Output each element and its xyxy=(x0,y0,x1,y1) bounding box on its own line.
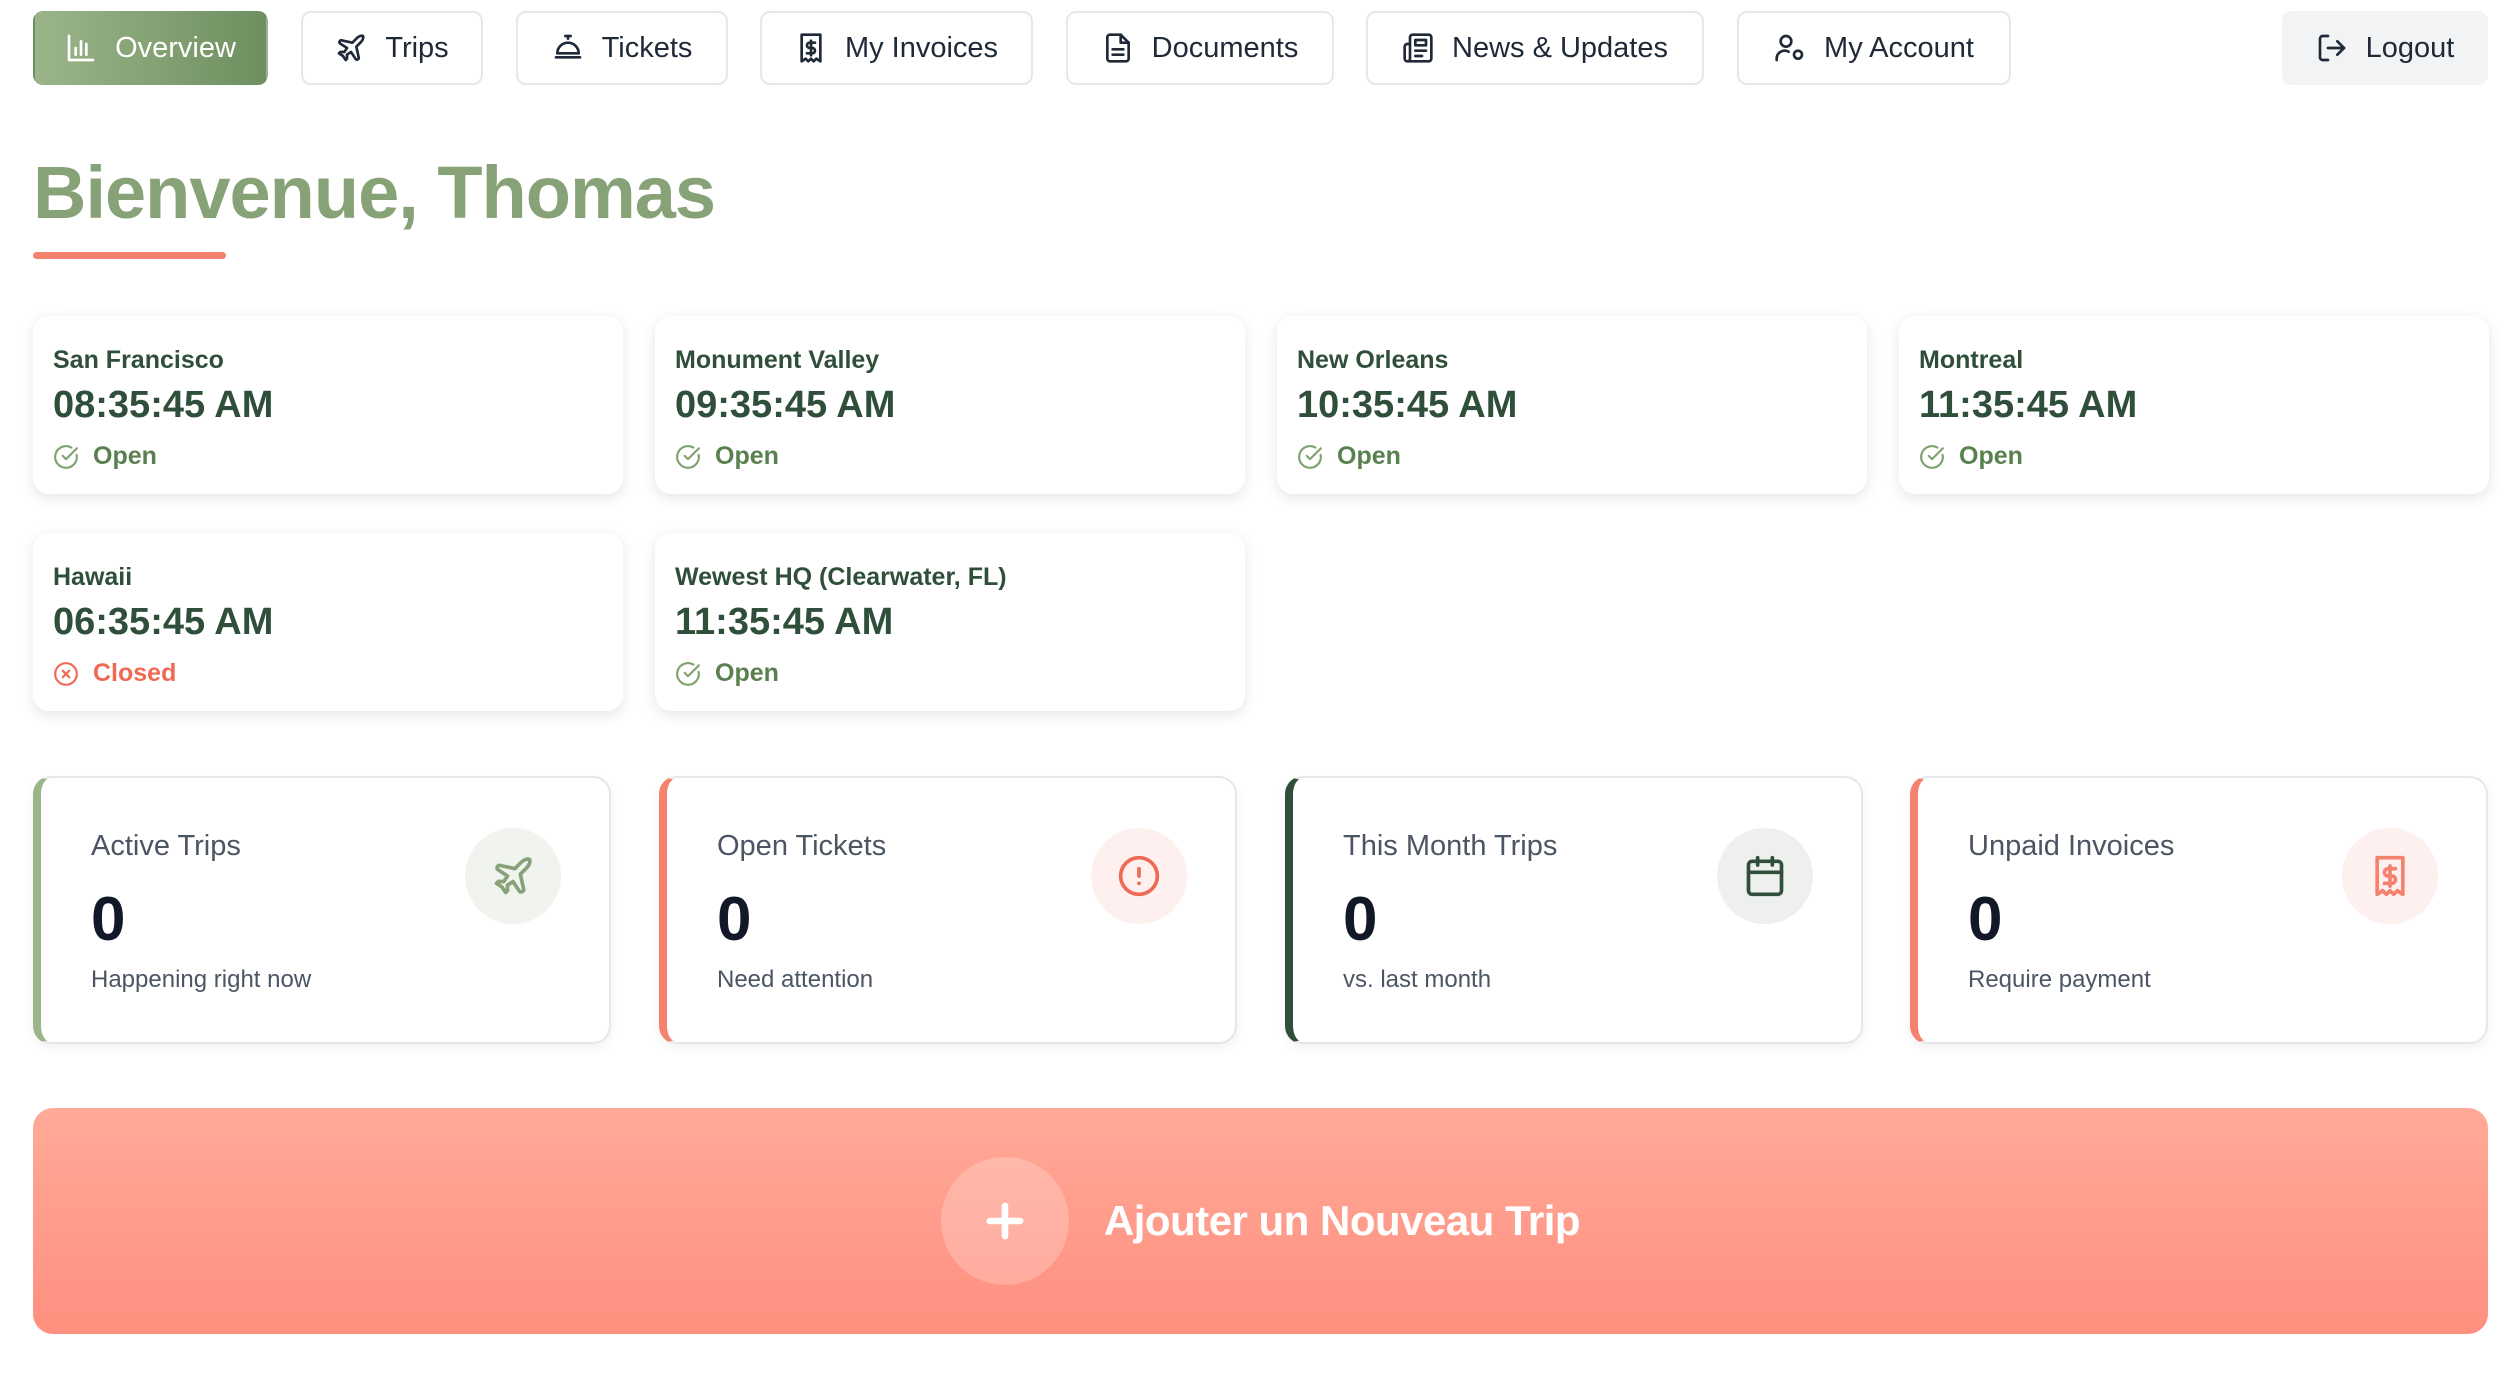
clock-card-hawaii: Hawaii 06:35:45 AM Closed xyxy=(33,533,623,711)
newspaper-icon xyxy=(1403,33,1433,63)
document-icon xyxy=(1105,33,1130,63)
plus-icon xyxy=(986,1202,1024,1240)
stat-subtext: Require payment xyxy=(1968,966,2151,993)
stat-card-open-tickets[interactable]: Open Tickets 0 Need attention xyxy=(659,776,1237,1044)
clock-status: Open xyxy=(1297,442,1401,471)
clock-time: 06:35:45 AM xyxy=(53,601,274,643)
page-title: Bienvenue, Thomas xyxy=(33,151,716,234)
nav-invoices[interactable]: My Invoices xyxy=(760,11,1033,85)
invoice-dollar-icon xyxy=(800,33,822,63)
stat-label: Unpaid Invoices xyxy=(1968,830,2175,862)
plane-icon xyxy=(494,857,532,895)
clock-card-wewest-hq: Wewest HQ (Clearwater, FL) 11:35:45 AM O… xyxy=(655,533,1245,711)
clock-time: 08:35:45 AM xyxy=(53,384,274,426)
add-trip-label: Ajouter un Nouveau Trip xyxy=(1103,1197,1581,1244)
stat-icon-badge xyxy=(1717,828,1813,924)
nav-news-label: News & Updates xyxy=(1452,31,1668,64)
stat-subtext: Happening right now xyxy=(91,966,312,993)
check-circle-icon xyxy=(54,444,78,469)
clock-card-montreal: Montreal 11:35:45 AM Open xyxy=(1899,316,2489,494)
nav-tickets[interactable]: Tickets xyxy=(516,11,728,85)
clock-time: 09:35:45 AM xyxy=(675,384,896,426)
clock-card-new-orleans: New Orleans 10:35:45 AM Open xyxy=(1277,316,1867,494)
stat-value: 0 xyxy=(1968,885,2003,954)
clock-status-label: Open xyxy=(715,442,779,470)
stat-subtext: Need attention xyxy=(717,966,874,993)
stat-icon-badge xyxy=(1091,828,1187,924)
clock-status: Open xyxy=(1919,442,2023,471)
nav-invoices-label: My Invoices xyxy=(844,31,999,64)
check-circle-icon xyxy=(676,661,700,686)
clock-status-label: Open xyxy=(93,442,157,470)
clock-status-label: Open xyxy=(715,659,779,687)
stat-label: This Month Trips xyxy=(1343,830,1558,862)
nav-overview-label: Overview xyxy=(115,31,236,64)
top-nav: Overview Trips Tickets My Invoices Docum… xyxy=(33,11,2488,85)
calendar-icon xyxy=(1746,855,1784,897)
nav-overview[interactable]: Overview xyxy=(33,11,268,85)
clock-location: Wewest HQ (Clearwater, FL) xyxy=(675,563,1007,591)
bar-chart-icon xyxy=(67,34,95,62)
clock-location: New Orleans xyxy=(1297,346,1449,374)
title-underline xyxy=(33,252,226,259)
clock-time: 11:35:45 AM xyxy=(675,601,894,643)
alert-circle-icon xyxy=(1118,855,1160,897)
nav-trips[interactable]: Trips xyxy=(301,11,483,85)
clock-location: Hawaii xyxy=(53,563,133,591)
check-circle-icon xyxy=(1920,444,1944,469)
stat-label: Active Trips xyxy=(91,830,241,862)
clock-status: Open xyxy=(675,442,779,471)
nav-tickets-label: Tickets xyxy=(601,31,693,64)
stat-icon-badge xyxy=(2342,828,2438,924)
user-settings-icon xyxy=(1775,34,1804,62)
clock-time: 11:35:45 AM xyxy=(1919,384,2138,426)
stat-label: Open Tickets xyxy=(717,830,887,862)
clock-status: Closed xyxy=(53,659,176,688)
check-circle-icon xyxy=(676,444,700,469)
clock-card-monument-valley: Monument Valley 09:35:45 AM Open xyxy=(655,316,1245,494)
clock-status: Open xyxy=(675,659,779,688)
nav-documents[interactable]: Documents xyxy=(1066,11,1334,85)
stat-icon-badge xyxy=(465,828,561,924)
x-circle-icon xyxy=(54,661,78,686)
stat-value: 0 xyxy=(1343,885,1378,954)
stat-value: 0 xyxy=(717,885,752,954)
clock-location: San Francisco xyxy=(53,346,224,374)
stat-value: 0 xyxy=(91,885,126,954)
nav-account-label: My Account xyxy=(1824,31,1974,64)
logout-button[interactable]: Logout xyxy=(2282,11,2488,85)
clock-status: Open xyxy=(53,442,157,471)
nav-account[interactable]: My Account xyxy=(1737,11,2011,85)
logout-icon xyxy=(2318,34,2345,62)
check-circle-icon xyxy=(1298,444,1322,469)
add-trip-button[interactable]: Ajouter un Nouveau Trip xyxy=(33,1108,2488,1334)
clock-card-san-francisco: San Francisco 08:35:45 AM Open xyxy=(33,316,623,494)
nav-documents-label: Documents xyxy=(1151,31,1299,64)
stat-subtext: vs. last month xyxy=(1343,966,1492,993)
clock-status-label: Open xyxy=(1959,442,2023,470)
clock-location: Montreal xyxy=(1919,346,2024,374)
service-bell-icon xyxy=(554,34,581,59)
nav-trips-label: Trips xyxy=(385,31,449,64)
logout-label: Logout xyxy=(2365,31,2455,64)
plus-badge xyxy=(940,1157,1069,1285)
clock-status-label: Open xyxy=(1337,442,1401,470)
clock-status-label: Closed xyxy=(93,659,177,687)
invoice-dollar-icon xyxy=(2375,855,2405,897)
clock-time: 10:35:45 AM xyxy=(1297,384,1518,426)
nav-news[interactable]: News & Updates xyxy=(1366,11,1704,85)
stat-card-unpaid-invoices[interactable]: Unpaid Invoices 0 Require payment xyxy=(1910,776,2488,1044)
clock-location: Monument Valley xyxy=(675,346,880,374)
stat-card-this-month-trips[interactable]: This Month Trips 0 vs. last month xyxy=(1285,776,1863,1044)
stat-card-active-trips[interactable]: Active Trips 0 Happening right now xyxy=(33,776,611,1044)
plane-icon xyxy=(337,34,365,62)
